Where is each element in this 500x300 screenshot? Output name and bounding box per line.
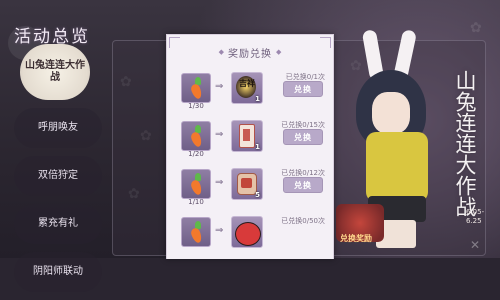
side-menu-item-invite[interactable]: 呼朋唤友 [14,108,102,148]
close-icon[interactable]: ✕ [470,238,480,252]
carrot-icon[interactable] [181,73,211,103]
dialog-header: ◆ 奖励兑换 ◆ [167,35,333,69]
arrow-icon: ⇒ [215,225,224,236]
event-date: 6.05-6.25 [466,208,485,225]
reward-exchange-dialog: ◆ 奖励兑换 ◆ 1/30 ⇒ 吉祥 1 已兑换0/1次 兑换 1/20 ⇒ 1… [166,34,334,259]
carrot-icon[interactable] [181,121,211,151]
exchange-count: 已兑换0/50次 [281,217,325,225]
cost-label: 1/10 [188,198,204,206]
daruma-mask-icon[interactable] [231,216,263,248]
exchange-button[interactable]: 兑换 [283,81,323,97]
side-menu-item-recharge[interactable]: 累充有礼 [14,204,102,244]
side-menu-item-double[interactable]: 双倍狩定 [14,156,102,196]
side-menu-item-label: 双倍狩定 [38,170,78,181]
diamond-icon: ◆ [276,48,282,56]
exchange-button[interactable]: 兑换 [283,129,323,145]
event-artwork: 山兔连连大作战 6.05-6.25 兑换奖励 [336,29,486,250]
side-menu-item-collab[interactable]: 阴阳师联动 [14,252,102,292]
exchange-list: 1/30 ⇒ 吉祥 1 已兑换0/1次 兑换 1/20 ⇒ 1 已兑换0/15次… [167,69,333,259]
dialog-title: 奖励兑换 [228,48,272,60]
arrow-icon: ⇒ [215,81,224,92]
exchange-row: 1/10 ⇒ 5 已兑换0/12次 兑换 [167,165,333,213]
diamond-icon: ◆ [218,48,224,56]
reward-text: 吉祥 [239,79,255,88]
event-title: 山兔连连大作战 [453,70,477,217]
reward-count: 1 [255,95,260,103]
carrot-icon[interactable] [181,217,211,247]
exchange-row: 1/20 ⇒ 1 已兑换0/15次 兑换 [167,117,333,165]
exchange-button[interactable]: 兑换 [283,177,323,193]
reward-count: 1 [255,143,260,151]
corner-ornament [320,37,331,48]
side-menu-item-event[interactable]: 山兔连连大作战 [20,44,90,100]
cost-label: 1/30 [188,102,204,110]
side-menu-item-label: 累充有礼 [38,218,78,229]
carrot-icon[interactable] [181,169,211,199]
lantern-icon[interactable]: 5 [231,168,263,200]
side-menu-item-label: 阴阳师联动 [33,266,83,277]
corner-ornament [169,37,180,48]
cost-label: 1/20 [188,150,204,158]
card-icon[interactable]: 1 [231,120,263,152]
character-body [366,132,428,202]
exchange-row: 1/30 ⇒ 吉祥 1 已兑换0/1次 兑换 [167,69,333,117]
side-menu-item-label: 山兔连连大作战 [25,60,85,83]
reward-count: 5 [255,191,260,199]
exchange-badge-label[interactable]: 兑换奖励 [340,233,372,244]
exchange-row: ⇒ 已兑换0/50次 [167,213,333,259]
gacha-ball-icon[interactable]: 吉祥 1 [231,72,263,104]
side-menu-item-label: 呼朋唤友 [38,122,78,133]
character-face [372,92,410,134]
side-menu: 山兔连连大作战 呼朋唤友 双倍狩定 累充有礼 阴阳师联动 [14,44,106,300]
arrow-icon: ⇒ [215,129,224,140]
arrow-icon: ⇒ [215,177,224,188]
